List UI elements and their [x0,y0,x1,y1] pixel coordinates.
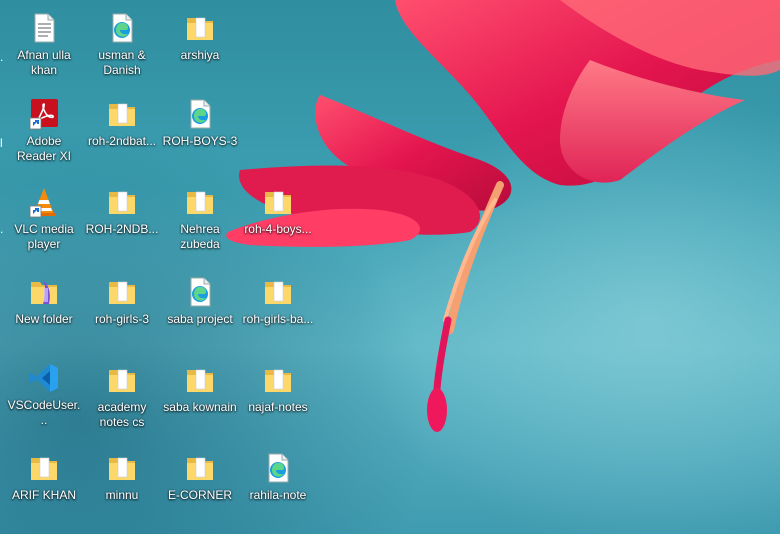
folder-icon [265,369,291,392]
desktop-icon-usman-danish[interactable]: usman & Danish [84,12,160,78]
folder-icon [187,17,213,40]
icon-label: najaf-notes [248,400,308,414]
folder-icon [109,281,135,304]
icon-label: roh-2ndbat... [87,134,157,148]
desktop-icon-roh-2ndb[interactable]: ROH-2NDB... [84,186,160,237]
desktop-icon-rahila-note[interactable]: rahila-note [240,452,316,503]
icon-label: New folder [15,312,73,326]
desktop-icon-roh-girls-ba[interactable]: roh-girls-ba... [240,276,316,327]
icon-label: Adobe Reader XI [16,134,72,163]
desktop-icon-saba-kownain[interactable]: saba kownain [162,364,238,415]
folder-icon [187,457,213,480]
folder-icon [109,369,135,392]
icon-label: saba kownain [163,400,237,414]
icon-label: VLC media player [14,222,74,251]
icon-label: academy notes cs [97,400,147,429]
icon-label: arshiya [180,48,220,62]
edge-document-icon [190,99,211,129]
folder-icon [31,280,57,304]
offscreen-icon-edge: . [0,222,4,236]
icon-label: Nehrea zubeda [180,222,220,251]
icon-label: E-CORNER [167,488,232,502]
icon-label: usman & Danish [98,48,146,77]
desktop-icon-new-folder[interactable]: New folder [6,276,82,327]
icon-label: Afnan ulla khan [17,48,71,77]
icon-label: ROH-2NDB... [85,222,159,236]
folder-icon [265,191,291,214]
adobe-reader-shortcut-icon [29,99,58,130]
desktop-icon-arshiya[interactable]: arshiya [162,12,238,63]
desktop[interactable]: . l . Afnan ulla khan Adobe Reader XI VL… [0,0,780,534]
vlc-shortcut-icon [29,188,56,218]
desktop-icon-academy-notes-cs[interactable]: academy notes cs [84,364,160,430]
desktop-icon-vscodeuser[interactable]: VSCodeUser... [6,362,82,428]
folder-icon [265,281,291,304]
desktop-icon-nehrea-zubeda[interactable]: Nehrea zubeda [162,186,238,252]
desktop-icon-minnu[interactable]: minnu [84,452,160,503]
icon-label: roh-4-boys... [244,222,312,236]
icon-label: minnu [105,488,139,502]
vscode-icon [29,364,58,392]
desktop-icon-e-corner[interactable]: E-CORNER [162,452,238,503]
offscreen-icon-edge: . [0,50,4,64]
icon-label: roh-girls-3 [94,312,149,326]
desktop-icon-roh-girls-3[interactable]: roh-girls-3 [84,276,160,327]
desktop-icon-arif-khan[interactable]: ARIF KHAN [6,452,82,503]
edge-document-icon [268,453,289,483]
icon-label: saba project [167,312,233,326]
edge-document-icon [112,13,133,43]
folder-icon [109,103,135,126]
icon-label: VSCodeUser... [7,398,81,427]
folder-icon [31,457,57,480]
desktop-icon-afnan-ulla-khan[interactable]: Afnan ulla khan [6,12,82,78]
desktop-icon-najaf-notes[interactable]: najaf-notes [240,364,316,415]
icon-label: ARIF KHAN [11,488,76,502]
icon-label: roh-girls-ba... [242,312,314,326]
folder-icon [109,191,135,214]
desktop-icon-roh-boys-3[interactable]: ROH-BOYS-3 [162,98,238,149]
icon-label: ROH-BOYS-3 [162,134,238,148]
offscreen-icon-edge: l [0,136,3,150]
folder-icon [109,457,135,480]
edge-document-icon [190,277,211,307]
desktop-icon-adobe-reader[interactable]: Adobe Reader XI [6,98,82,164]
text-document-icon [34,13,55,43]
desktop-icon-vlc[interactable]: VLC media player [6,186,82,252]
desktop-icon-roh-4-boys[interactable]: roh-4-boys... [240,186,316,237]
icon-label: rahila-note [249,488,307,502]
desktop-icon-saba-project[interactable]: saba project [162,276,238,327]
folder-icon [187,369,213,392]
folder-icon [187,191,213,214]
desktop-icon-roh-2ndbat[interactable]: roh-2ndbat... [84,98,160,149]
